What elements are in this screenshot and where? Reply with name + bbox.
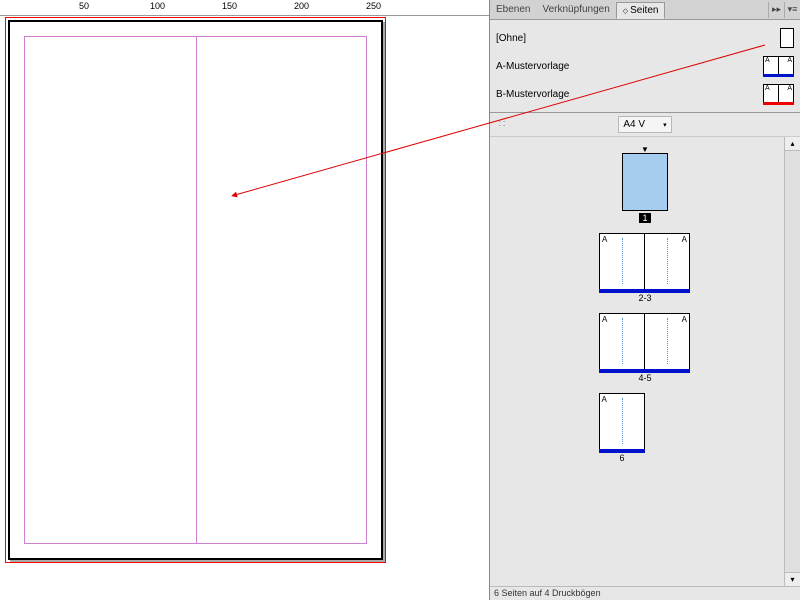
chevron-down-icon: ▾ <box>663 121 667 129</box>
pages-panel: Ebenen Verknüpfungen Seiten ▸▸ ▾≡ [Ohne]… <box>490 0 800 600</box>
canvas-area[interactable]: 50 100 150 200 250 <box>0 0 490 600</box>
spread-4-5-thumb[interactable]: A A 4-5 <box>600 313 690 383</box>
master-thumb-none <box>781 28 794 48</box>
scroll-up-button[interactable]: ▴ <box>785 137 800 151</box>
document-page[interactable] <box>8 20 383 560</box>
tab-pages[interactable]: Seiten <box>616 2 666 19</box>
horizontal-ruler: 50 100 150 200 250 <box>0 0 490 16</box>
tab-links[interactable]: Verknüpfungen <box>536 1 615 18</box>
master-thumb-b: A A <box>764 84 794 104</box>
pages-section: ∷ A4 V ▾ ▼ 1 A A 2-3 <box>490 113 800 600</box>
master-a[interactable]: A-Mustervorlage A A <box>490 52 800 80</box>
collapse-panel-button[interactable]: ▸▸ <box>768 2 784 18</box>
column-guide <box>196 36 197 544</box>
vertical-scrollbar[interactable]: ▴ ▾ <box>784 137 800 586</box>
master-b[interactable]: B-Mustervorlage A A <box>490 80 800 108</box>
master-none[interactable]: [Ohne] <box>490 24 800 52</box>
toolbar-grip-icon: ∷ <box>494 119 510 130</box>
page-6-thumb[interactable]: A 6 <box>600 393 645 463</box>
scroll-down-button[interactable]: ▾ <box>785 572 800 586</box>
spread-2-3-thumb[interactable]: A A 2-3 <box>600 233 690 303</box>
pages-toolbar: ∷ A4 V ▾ <box>490 113 800 137</box>
pages-thumbnails[interactable]: ▼ 1 A A 2-3 A A 4-5 <box>490 137 800 586</box>
pages-footer: 6 Seiten auf 4 Druckbögen <box>490 586 800 600</box>
panel-tabs: Ebenen Verknüpfungen Seiten ▸▸ ▾≡ <box>490 0 800 20</box>
page-1-thumb[interactable]: ▼ 1 <box>623 147 668 223</box>
tab-layers[interactable]: Ebenen <box>490 1 536 18</box>
master-pages-list: [Ohne] A-Mustervorlage A A B-Mustervorla… <box>490 20 800 113</box>
panel-menu-button[interactable]: ▾≡ <box>784 2 800 18</box>
master-thumb-a: A A <box>764 56 794 76</box>
page-size-dropdown[interactable]: A4 V ▾ <box>618 116 671 133</box>
